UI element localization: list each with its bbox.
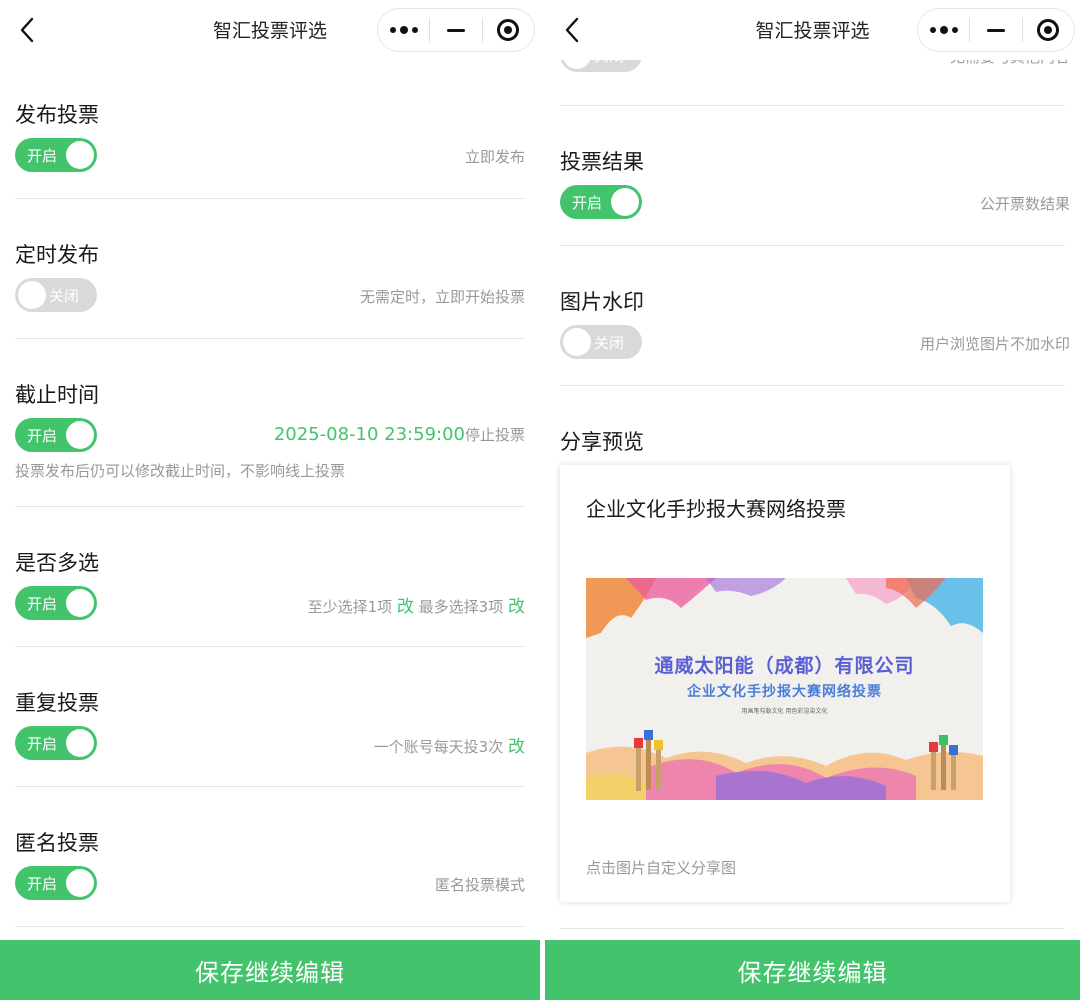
repeat-vote-desc: 一个账号每天投3次 改: [374, 732, 525, 757]
nav-bar: 智汇投票评选: [0, 0, 540, 60]
toggle-label: 开启: [27, 735, 58, 753]
divider: [15, 506, 525, 507]
min-select-text: 至少选择1项: [307, 598, 393, 616]
right-screen: 关闭 无需要与其他内容 智汇投票评选 投票结果 开启 公开票数结果 图片水印: [545, 0, 1080, 1000]
toggle-knob: [563, 328, 591, 356]
back-button[interactable]: [10, 12, 44, 48]
toggle-label: 开启: [27, 875, 58, 893]
anonymous-vote-title: 匿名投票: [15, 831, 99, 855]
divider: [15, 926, 525, 927]
repeat-vote-toggle[interactable]: 开启: [15, 726, 97, 760]
repeat-vote-title: 重复投票: [15, 691, 99, 715]
divider: [560, 245, 1065, 246]
vote-result-toggle[interactable]: 开启: [560, 185, 642, 219]
watermark-title: 图片水印: [560, 290, 644, 314]
divider: [15, 338, 525, 339]
poster-subtitle: 企业文化手抄报大赛网络投票: [687, 684, 882, 700]
multi-select-title: 是否多选: [15, 551, 99, 575]
mini-program-capsule: [917, 8, 1075, 52]
toggle-label: 开启: [572, 194, 603, 212]
save-continue-button[interactable]: 保存继续编辑: [0, 940, 540, 1000]
minimize-button[interactable]: [970, 9, 1021, 51]
save-continue-label: 保存继续编辑: [195, 958, 345, 987]
toggle-knob: [18, 281, 46, 309]
publish-vote-toggle[interactable]: 开启: [15, 138, 97, 172]
deadline-desc: 2025-08-10 23:59:00停止投票: [274, 424, 525, 445]
share-card: 企业文化手抄报大赛网络投票 通威太阳能（成都）有限公司 企业文化手抄报大赛网络投…: [560, 465, 1010, 902]
toggle-label: 开启: [27, 427, 58, 445]
toggle-knob: [66, 589, 94, 617]
left-screen: 智汇投票评选 发布投票 开启 立即发布 定时发布 关闭 无需定时，立即开始投票 …: [0, 0, 540, 1000]
poster-slogan: 用画笔勾勒文化 用色彩渲染文化: [741, 708, 828, 715]
scheduled-publish-desc: 无需定时，立即开始投票: [359, 288, 525, 306]
deadline-suffix: 停止投票: [464, 426, 525, 444]
more-dots-icon: [389, 26, 418, 34]
mini-program-capsule: [377, 8, 535, 52]
edit-repeat-link[interactable]: 改: [508, 737, 525, 757]
toggle-label: 开启: [27, 595, 58, 613]
share-card-title: 企业文化手抄报大赛网络投票: [586, 497, 846, 521]
multi-select-toggle[interactable]: 开启: [15, 586, 97, 620]
repeat-vote-text: 一个账号每天投3次: [373, 738, 504, 756]
watermark-desc: 用户浏览图片不加水印: [919, 335, 1070, 353]
share-image-hint: 点击图片自定义分享图: [586, 859, 737, 877]
toggle-knob: [66, 729, 94, 757]
close-button[interactable]: [1023, 9, 1074, 51]
minimize-button[interactable]: [430, 9, 481, 51]
toggle-knob: [66, 421, 94, 449]
publish-vote-title: 发布投票: [15, 103, 99, 127]
close-button[interactable]: [483, 9, 534, 51]
share-poster-image[interactable]: 通威太阳能（成都）有限公司 企业文化手抄报大赛网络投票 用画笔勾勒文化 用色彩渲…: [586, 578, 983, 800]
multi-select-desc: 至少选择1项 改 最多选择3项 改: [308, 592, 525, 617]
toggle-label: 关闭: [49, 287, 80, 305]
toggle-knob: [611, 188, 639, 216]
divider: [560, 928, 1065, 929]
more-button[interactable]: [378, 9, 429, 51]
vote-result-desc: 公开票数结果: [979, 195, 1070, 213]
anonymous-vote-toggle[interactable]: 开启: [15, 866, 97, 900]
more-dots-icon: [929, 26, 958, 34]
chevron-left-icon: [20, 17, 34, 43]
max-select-text: 最多选择3项: [418, 598, 504, 616]
poster-company-name: 通威太阳能（成都）有限公司: [654, 655, 915, 677]
more-button[interactable]: [918, 9, 969, 51]
nav-bar: 智汇投票评选: [545, 0, 1080, 60]
divider: [15, 786, 525, 787]
back-button[interactable]: [555, 12, 589, 48]
divider: [560, 385, 1065, 386]
minimize-icon: [986, 28, 1005, 32]
deadline-note: 投票发布后仍可以修改截止时间，不影响线上投票: [15, 462, 346, 480]
toggle-label: 关闭: [594, 334, 625, 352]
deadline-datetime[interactable]: 2025-08-10 23:59:00: [274, 424, 465, 445]
toggle-label: 开启: [27, 147, 58, 165]
publish-vote-desc: 立即发布: [464, 148, 525, 166]
watermark-toggle[interactable]: 关闭: [560, 325, 642, 359]
deadline-toggle[interactable]: 开启: [15, 418, 97, 452]
scheduled-publish-title: 定时发布: [15, 243, 99, 267]
anonymous-vote-desc: 匿名投票模式: [434, 876, 525, 894]
target-close-icon: [1037, 19, 1060, 41]
save-continue-label: 保存继续编辑: [737, 958, 888, 987]
minimize-icon: [446, 28, 465, 32]
scheduled-publish-toggle[interactable]: 关闭: [15, 278, 97, 312]
divider: [560, 105, 1065, 106]
toggle-knob: [66, 869, 94, 897]
deadline-title: 截止时间: [15, 383, 99, 407]
edit-max-link[interactable]: 改: [508, 597, 525, 617]
divider: [15, 198, 525, 199]
target-close-icon: [497, 19, 520, 41]
edit-min-link[interactable]: 改: [397, 597, 414, 617]
share-preview-title: 分享预览: [560, 430, 644, 454]
save-continue-button[interactable]: 保存继续编辑: [545, 940, 1080, 1000]
chevron-left-icon: [565, 17, 579, 43]
toggle-knob: [66, 141, 94, 169]
divider: [15, 646, 525, 647]
vote-result-title: 投票结果: [560, 150, 644, 174]
